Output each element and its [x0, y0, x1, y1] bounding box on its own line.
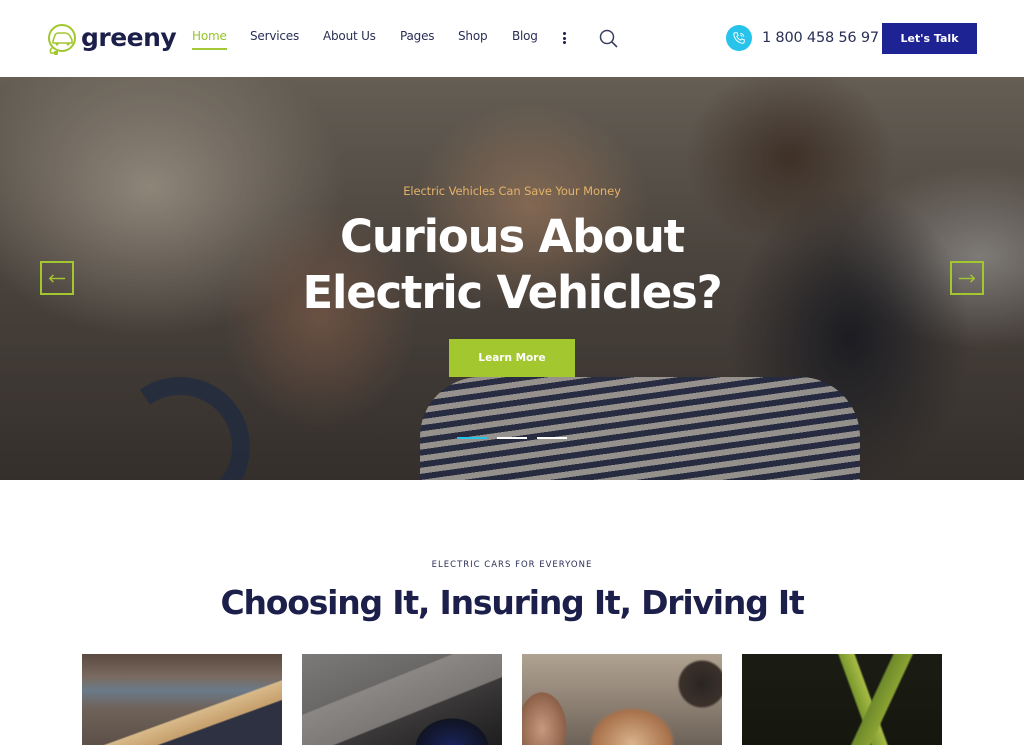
- arrow-left-icon: [48, 273, 66, 283]
- more-vertical-icon[interactable]: [562, 32, 566, 44]
- slide-dot-1[interactable]: [457, 437, 487, 439]
- nav-item-pages[interactable]: Pages: [400, 29, 435, 43]
- card-image-car-hood[interactable]: [82, 654, 282, 745]
- phone-icon: [726, 25, 752, 51]
- hero-title-text: Curious About Electric Vehicles?: [302, 210, 722, 319]
- slide-dot-3[interactable]: [537, 437, 567, 439]
- search-icon[interactable]: [599, 29, 618, 48]
- nav-item-shop[interactable]: Shop: [458, 29, 488, 43]
- hero-subtitle: Electric Vehicles Can Save Your Money: [403, 184, 621, 198]
- slide-dot-2[interactable]: [497, 437, 527, 439]
- nav-item-blog[interactable]: Blog: [512, 29, 538, 43]
- card-image-friends-in-car[interactable]: [522, 654, 722, 745]
- ev-car-logo-icon: [48, 23, 76, 55]
- slider-prev-button[interactable]: [40, 261, 74, 295]
- card-image-charging-port[interactable]: [302, 654, 502, 745]
- nav-item-about-us[interactable]: About Us: [323, 29, 376, 43]
- arrow-right-icon: [958, 273, 976, 283]
- slider-next-button[interactable]: [950, 261, 984, 295]
- nav-item-services[interactable]: Services: [250, 29, 299, 43]
- learn-more-button[interactable]: Learn More: [449, 339, 575, 377]
- lets-talk-button[interactable]: Let's Talk: [882, 23, 977, 54]
- hero-title: Curious About Electric Vehicles?: [0, 209, 1024, 321]
- card-image-green-leaves[interactable]: [742, 654, 942, 745]
- brand-name: greeny: [81, 22, 177, 52]
- section-title: Choosing It, Insuring It, Driving It: [220, 583, 804, 622]
- slider-pagination: [457, 437, 567, 439]
- hero-slider: Electric Vehicles Can Save Your Money Cu…: [0, 77, 1024, 480]
- phone-number[interactable]: 1 800 458 56 97: [762, 30, 879, 46]
- section-eyebrow: ELECTRIC CARS FOR EVERYONE: [431, 560, 593, 570]
- logo[interactable]: greeny: [45, 22, 177, 56]
- site-header: greeny Home Services About Us Pages Shop…: [0, 0, 1024, 76]
- nav-item-home[interactable]: Home: [192, 29, 227, 50]
